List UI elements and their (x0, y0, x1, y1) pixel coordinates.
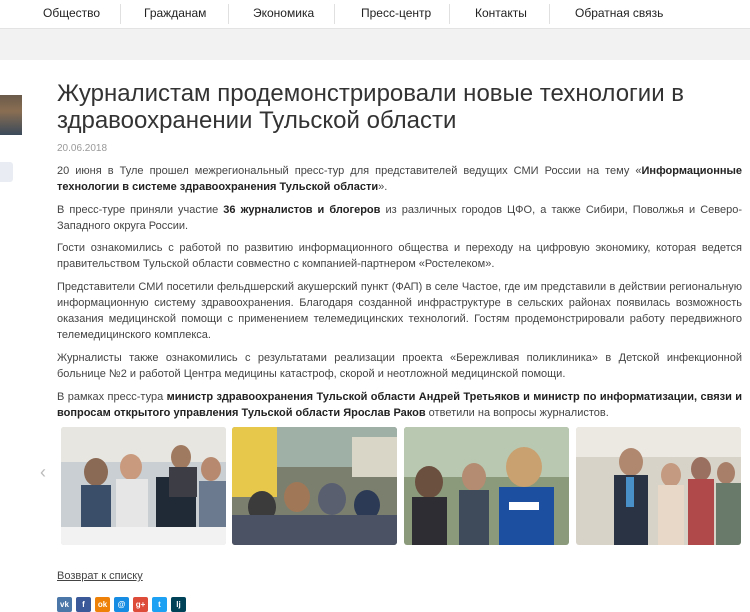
nav-divider (549, 4, 550, 24)
twitter-icon[interactable]: t (152, 597, 167, 612)
gallery-photo-3[interactable] (404, 427, 569, 545)
nav-item-citizens[interactable]: Гражданам (144, 0, 206, 28)
article-paragraph-4: Представители СМИ посетили фельдшерский … (57, 281, 742, 341)
article-title: Журналистам продемонстрировали новые тех… (57, 80, 685, 134)
gallery-prev-arrow-icon[interactable]: ‹ (40, 462, 46, 483)
nav-item-press-center[interactable]: Пресс-центр (361, 0, 431, 28)
article-paragraph-1: 20 июня в Туле прошел межрегиональный пр… (57, 163, 742, 195)
googleplus-icon[interactable]: g+ (133, 597, 148, 612)
nav-divider (334, 4, 335, 24)
nav-item-economy[interactable]: Экономика (253, 0, 314, 28)
paragraph-text: ». (378, 181, 388, 193)
article-paragraph-3: Гости ознакомились с работой по развитию… (57, 242, 742, 270)
nav-item-feedback[interactable]: Обратная связь (575, 0, 663, 28)
back-to-list-link[interactable]: Возврат к списку (57, 570, 143, 582)
paragraph-text: В пресс-туре приняли участие (57, 204, 224, 216)
gallery-photo-2[interactable] (232, 427, 397, 545)
nav-item-contacts[interactable]: Контакты (475, 0, 527, 28)
sidebar-thumbnail[interactable] (0, 95, 22, 135)
header-band (0, 29, 750, 60)
nav-item-society[interactable]: Общество (43, 0, 100, 28)
nav-divider (120, 4, 121, 24)
paragraph-text: 20 июня в Туле прошел межрегиональный пр… (57, 165, 642, 177)
article-paragraph-5: Журналисты также ознакомились с результа… (57, 352, 742, 380)
moimir-icon[interactable]: @ (114, 597, 129, 612)
nav-divider (449, 4, 450, 24)
livejournal-icon[interactable]: lj (171, 597, 186, 612)
article-date: 20.06.2018 (57, 143, 108, 154)
article-paragraph-6: В рамках пресс-тура министр здравоохране… (57, 389, 742, 421)
vk-icon[interactable]: vk (57, 597, 72, 612)
paragraph-text: В рамках пресс-тура (57, 391, 167, 403)
facebook-icon[interactable]: f (76, 597, 91, 612)
odnoklassniki-icon[interactable]: ok (95, 597, 110, 612)
nav-divider (228, 4, 229, 24)
article-paragraph-2: В пресс-туре приняли участие 36 журналис… (57, 202, 742, 234)
sidebar-box (0, 162, 13, 182)
gallery-photo-1[interactable] (61, 427, 226, 545)
paragraph-bold: 36 журналистов и блогеров (223, 204, 381, 216)
gallery-photo-4[interactable] (576, 427, 741, 545)
top-navigation: Общество Гражданам Экономика Пресс-центр… (0, 0, 750, 29)
paragraph-text: ответили на вопросы журналистов. (425, 407, 609, 419)
